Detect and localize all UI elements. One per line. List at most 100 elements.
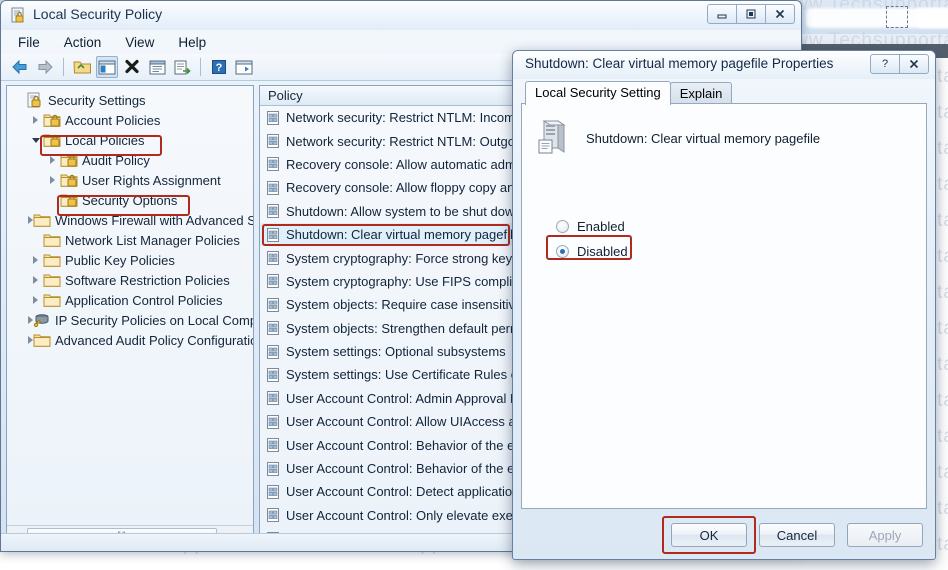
policy-setting-icon <box>266 227 280 242</box>
policy-setting-icon <box>266 157 280 172</box>
tree-item-public-key-policies[interactable]: Public Key Policies <box>11 250 253 270</box>
policy-name: System settings: Optional subsystems <box>286 344 506 360</box>
expander-collapsed-icon[interactable] <box>28 116 43 124</box>
folder-icon <box>43 272 61 288</box>
up-folder-icon[interactable] <box>71 56 93 78</box>
tree-item-audit-policy[interactable]: Audit Policy <box>11 150 253 170</box>
tree-item-security-settings[interactable]: Security Settings <box>11 90 253 110</box>
window-titlebar[interactable]: Local Security Policy <box>1 1 801 30</box>
folder-icon <box>43 252 61 268</box>
tree-item-application-control-policies[interactable]: Application Control Policies <box>11 290 253 310</box>
tree-item-local-policies[interactable]: Local Policies <box>11 130 253 150</box>
ok-button[interactable]: OK <box>671 523 747 547</box>
radio-option-enabled[interactable]: Enabled <box>556 214 926 239</box>
expander-expanded-icon[interactable] <box>28 137 43 143</box>
expander-collapsed-icon[interactable] <box>28 256 43 264</box>
radio-enabled-indicator[interactable] <box>556 220 569 233</box>
forward-icon[interactable] <box>34 56 56 78</box>
tree-item-network-list-manager-policies[interactable]: Network List Manager Policies <box>11 230 253 250</box>
delete-icon[interactable] <box>121 56 143 78</box>
tree-item-ip-security-policies-on-local-computer[interactable]: IP Security Policies on Local Computer <box>11 310 253 330</box>
folder-icon <box>43 232 61 248</box>
policy-setting-icon <box>266 110 280 125</box>
view-options-icon[interactable] <box>233 56 255 78</box>
policy-setting-icon <box>266 414 280 429</box>
folder-lock-icon <box>60 192 78 208</box>
tree-item-label: Account Policies <box>65 112 161 128</box>
tab-panel-local-security-setting: Shutdown: Clear virtual memory pagefile … <box>521 103 927 509</box>
properties-icon[interactable] <box>146 56 168 78</box>
tree-item-label: Network List Manager Policies <box>65 232 240 248</box>
policy-properties-dialog: Shutdown: Clear virtual memory pagefile … <box>512 50 936 560</box>
expander-collapsed-icon[interactable] <box>45 176 60 184</box>
policy-setting-icon <box>266 484 280 499</box>
console-tree-inner: Security Settings Account Policies Local… <box>7 86 253 544</box>
maximize-button[interactable] <box>736 4 766 24</box>
console-tree[interactable]: Security Settings Account Policies Local… <box>7 86 253 522</box>
svg-text:?: ? <box>216 62 223 74</box>
tree-item-label: Security Settings <box>48 92 146 108</box>
apply-button[interactable]: Apply <box>847 523 923 547</box>
window-controls <box>707 4 795 24</box>
folder-icon <box>33 332 51 348</box>
tree-item-label: IP Security Policies on Local Computer <box>55 312 253 328</box>
expander-collapsed-icon[interactable] <box>45 156 60 164</box>
menu-view[interactable]: View <box>114 33 165 52</box>
background-dashed-placeholder <box>886 6 908 28</box>
tree-item-label: Software Restriction Policies <box>65 272 230 288</box>
help-icon[interactable]: ? <box>208 56 230 78</box>
ip-security-icon <box>33 312 51 328</box>
dialog-button-row: OK Cancel Apply <box>662 516 923 554</box>
policy-setting-icon <box>266 367 280 382</box>
tree-item-user-rights-assignment[interactable]: User Rights Assignment <box>11 170 253 190</box>
tab-explain[interactable]: Explain <box>669 82 733 105</box>
security-policy-icon <box>10 7 27 24</box>
radio-disabled-label: Disabled <box>577 244 628 259</box>
dialog-titlebar[interactable]: Shutdown: Clear virtual memory pagefile … <box>513 51 935 79</box>
export-list-icon[interactable] <box>171 56 193 78</box>
policy-name: Shutdown: Clear virtual memory pagefile <box>286 227 521 243</box>
tree-item-label: Public Key Policies <box>65 252 175 268</box>
tree-item-label: User Rights Assignment <box>82 172 221 188</box>
tree-item-windows-firewall-with-advanced-security[interactable]: Windows Firewall with Advanced Security <box>11 210 253 230</box>
minimize-button[interactable] <box>707 4 737 24</box>
setting-radio-group: Enabled Disabled <box>522 158 926 264</box>
tab-local-security-setting[interactable]: Local Security Setting <box>525 81 671 105</box>
cancel-button[interactable]: Cancel <box>759 523 835 547</box>
policy-setting-icon <box>266 134 280 149</box>
folder-lock-icon <box>60 152 78 168</box>
tree-item-label: Security Options <box>82 192 178 208</box>
folder-lock-icon <box>43 112 61 128</box>
tree-item-advanced-audit-policy-configuration[interactable]: Advanced Audit Policy Configuration <box>11 330 253 350</box>
tree-item-software-restriction-policies[interactable]: Software Restriction Policies <box>11 270 253 290</box>
policy-setting-icon <box>266 461 280 476</box>
folder-icon <box>33 212 51 228</box>
radio-disabled-indicator[interactable] <box>556 245 569 258</box>
back-icon[interactable] <box>9 56 31 78</box>
menu-help[interactable]: Help <box>167 33 217 52</box>
policy-setting-icon <box>266 204 280 219</box>
console-tree-pane: Security Settings Account Policies Local… <box>6 85 254 545</box>
security-settings-icon <box>26 92 44 108</box>
policy-setting-icon <box>266 508 280 523</box>
show-hide-tree-icon[interactable] <box>96 56 118 78</box>
folder-icon <box>43 292 61 308</box>
tree-item-label: Advanced Audit Policy Configuration <box>55 332 253 348</box>
radio-option-disabled[interactable]: Disabled <box>546 235 926 264</box>
expander-collapsed-icon[interactable] <box>28 296 43 304</box>
tree-item-account-policies[interactable]: Account Policies <box>11 110 253 130</box>
dialog-close-button[interactable] <box>899 54 929 74</box>
tree-item-security-options[interactable]: Security Options <box>11 190 253 210</box>
menu-file[interactable]: File <box>7 33 51 52</box>
toolbar-separator-1 <box>63 58 64 76</box>
close-button[interactable] <box>765 4 795 24</box>
tree-item-label: Application Control Policies <box>65 292 223 308</box>
dialog-tabs: Local Security Setting Explain <box>521 81 927 105</box>
dialog-body: Local Security Setting Explain Shutdown:… <box>521 81 927 509</box>
policy-header: Shutdown: Clear virtual memory pagefile <box>522 104 926 158</box>
expander-collapsed-icon[interactable] <box>28 276 43 284</box>
dialog-controls: ? <box>870 54 929 74</box>
policy-setting-icon <box>266 297 280 312</box>
menu-action[interactable]: Action <box>53 33 113 52</box>
dialog-help-button[interactable]: ? <box>870 54 900 74</box>
